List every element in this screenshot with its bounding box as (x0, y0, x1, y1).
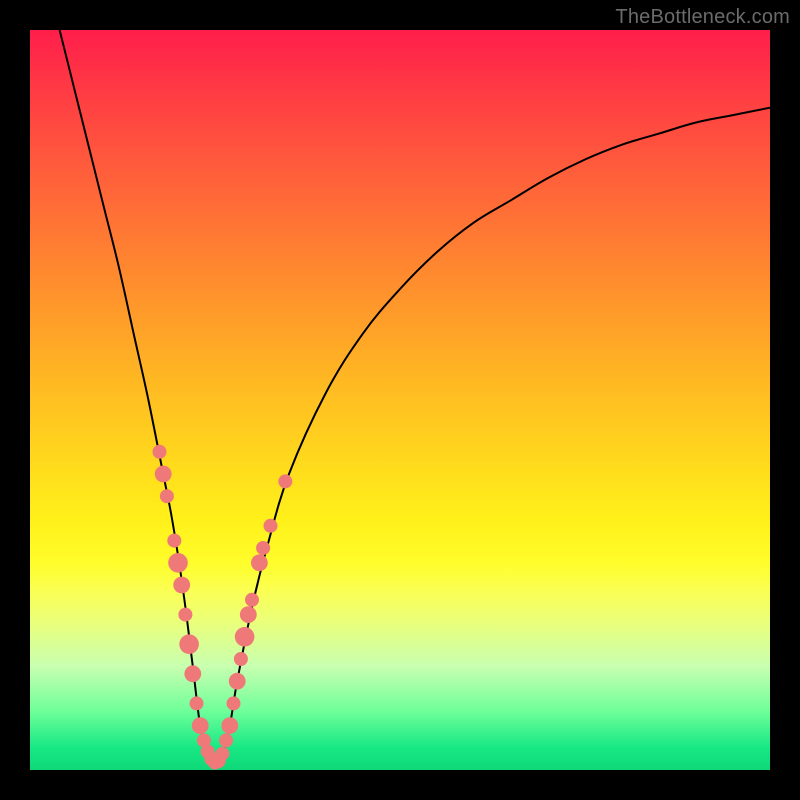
marker-group (153, 445, 293, 770)
data-marker (155, 466, 172, 483)
data-marker (251, 554, 268, 571)
data-marker (256, 541, 270, 555)
watermark-text: TheBottleneck.com (615, 6, 790, 29)
data-marker (219, 733, 233, 747)
data-marker (229, 673, 246, 690)
bottleneck-curve (60, 30, 770, 763)
data-marker (235, 627, 255, 647)
data-marker (153, 445, 167, 459)
data-marker (245, 593, 259, 607)
data-marker (234, 652, 248, 666)
data-marker (190, 696, 204, 710)
data-marker (160, 489, 174, 503)
data-marker (168, 553, 188, 573)
data-marker (178, 608, 192, 622)
data-marker (192, 717, 209, 734)
data-marker (227, 696, 241, 710)
data-marker (264, 519, 278, 533)
chart-svg (30, 30, 770, 770)
data-marker (221, 717, 238, 734)
data-marker (179, 634, 199, 654)
chart-frame: TheBottleneck.com (0, 0, 800, 800)
data-marker (215, 747, 229, 761)
data-marker (278, 474, 292, 488)
data-marker (173, 577, 190, 594)
plot-area (30, 30, 770, 770)
data-marker (240, 606, 257, 623)
data-marker (184, 665, 201, 682)
data-marker (167, 534, 181, 548)
